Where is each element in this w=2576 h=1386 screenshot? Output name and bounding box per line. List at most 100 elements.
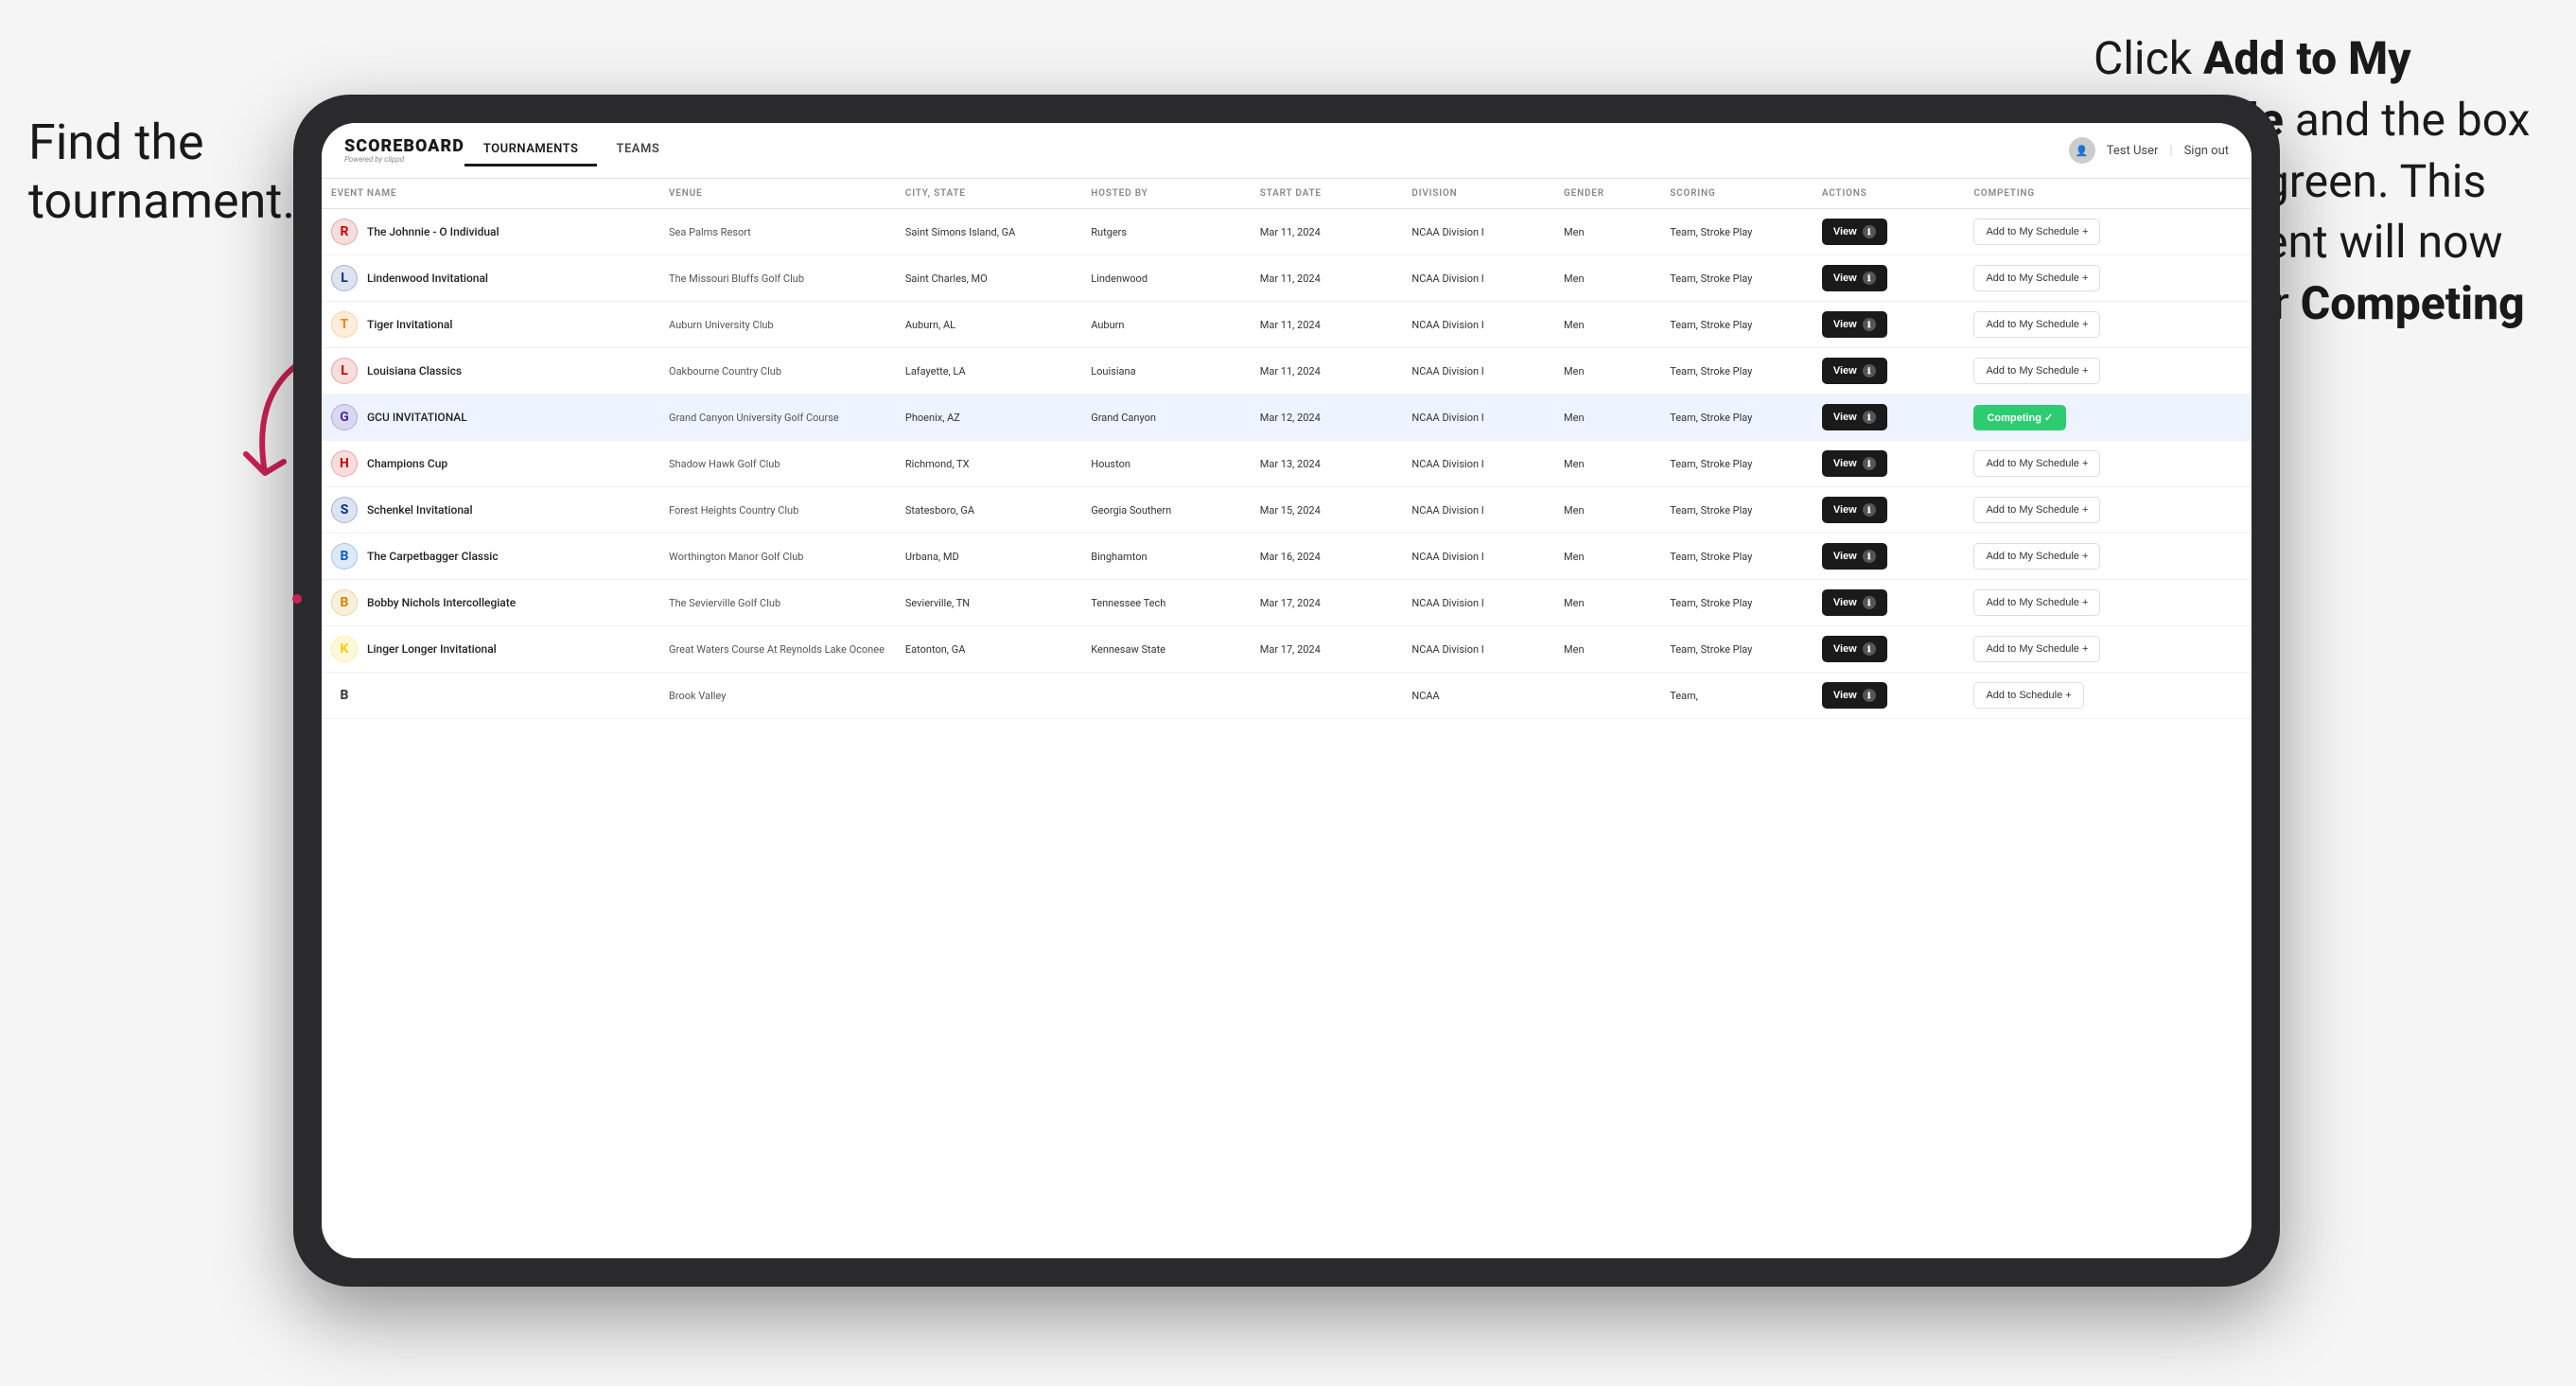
view-button[interactable]: View ℹ xyxy=(1822,497,1887,523)
td-date: Mar 15, 2024 xyxy=(1251,487,1403,534)
td-gender: Men xyxy=(1554,209,1660,255)
td-scoring: Team, Stroke Play xyxy=(1660,580,1813,626)
team-logo: B xyxy=(331,682,358,709)
td-city: Saint Simons Island, GA xyxy=(896,209,1081,255)
sign-out-link[interactable]: Sign out xyxy=(2184,144,2229,158)
view-button[interactable]: View ℹ xyxy=(1822,358,1887,384)
td-division: NCAA Division I xyxy=(1402,580,1554,626)
add-to-schedule-button[interactable]: Add to My Schedule + xyxy=(1973,497,2100,523)
team-logo: K xyxy=(331,636,358,662)
td-competing: Add to My Schedule + xyxy=(1964,441,2252,487)
td-scoring: Team, Stroke Play xyxy=(1660,348,1813,395)
td-date: Mar 16, 2024 xyxy=(1251,534,1403,580)
td-competing: Add to My Schedule + xyxy=(1964,348,2252,395)
th-venue: VENUE xyxy=(659,179,896,209)
team-logo: T xyxy=(331,311,358,338)
td-event: B Bobby Nichols Intercollegiate xyxy=(322,580,659,626)
td-hosted: Binghamton xyxy=(1081,534,1251,580)
td-scoring: Team, Stroke Play xyxy=(1660,395,1813,441)
table-row: G GCU INVITATIONAL Grand Canyon Universi… xyxy=(322,395,2252,441)
td-scoring: Team, xyxy=(1660,673,1813,719)
td-gender: Men xyxy=(1554,255,1660,302)
add-to-schedule-button[interactable]: Add to My Schedule + xyxy=(1973,450,2100,477)
td-venue: Great Waters Course At Reynolds Lake Oco… xyxy=(659,626,896,673)
td-division: NCAA Division I xyxy=(1402,441,1554,487)
add-to-schedule-button[interactable]: Add to My Schedule + xyxy=(1973,358,2100,384)
table-row: K Linger Longer Invitational Great Water… xyxy=(322,626,2252,673)
event-name-text: Tiger Invitational xyxy=(367,318,452,331)
view-button[interactable]: View ℹ xyxy=(1822,265,1887,291)
td-competing: Add to My Schedule + xyxy=(1964,302,2252,348)
td-hosted: Louisiana xyxy=(1081,348,1251,395)
td-venue: Oakbourne Country Club xyxy=(659,348,896,395)
td-actions: View ℹ xyxy=(1813,534,1965,580)
event-name-text: The Carpetbagger Classic xyxy=(367,550,499,563)
team-logo: B xyxy=(331,589,358,616)
annotation-left: Find the tournament. xyxy=(28,114,293,232)
add-to-schedule-button[interactable]: Add to My Schedule + xyxy=(1973,311,2100,338)
view-button[interactable]: View ℹ xyxy=(1822,682,1887,709)
view-button[interactable]: View ℹ xyxy=(1822,543,1887,570)
td-city: Urbana, MD xyxy=(896,534,1081,580)
view-button[interactable]: View ℹ xyxy=(1822,589,1887,616)
td-date: Mar 11, 2024 xyxy=(1251,348,1403,395)
view-button[interactable]: View ℹ xyxy=(1822,219,1887,245)
td-event: H Champions Cup xyxy=(322,441,659,487)
td-venue: Forest Heights Country Club xyxy=(659,487,896,534)
td-event: K Linger Longer Invitational xyxy=(322,626,659,673)
th-actions: ACTIONS xyxy=(1813,179,1965,209)
table-row: H Champions Cup Shadow Hawk Golf ClubRic… xyxy=(322,441,2252,487)
td-gender: Men xyxy=(1554,626,1660,673)
td-venue: Brook Valley xyxy=(659,673,896,719)
td-scoring: Team, Stroke Play xyxy=(1660,626,1813,673)
td-hosted: Auburn xyxy=(1081,302,1251,348)
th-scoring: SCORING xyxy=(1660,179,1813,209)
td-venue: Grand Canyon University Golf Course xyxy=(659,395,896,441)
td-venue: Auburn University Club xyxy=(659,302,896,348)
th-hosted: HOSTED BY xyxy=(1081,179,1251,209)
add-to-schedule-button[interactable]: Add to Schedule + xyxy=(1973,682,2083,709)
td-city: Saint Charles, MO xyxy=(896,255,1081,302)
td-event: S Schenkel Invitational xyxy=(322,487,659,534)
team-logo: L xyxy=(331,265,358,291)
td-division: NCAA Division I xyxy=(1402,348,1554,395)
td-gender: Men xyxy=(1554,302,1660,348)
td-date: Mar 11, 2024 xyxy=(1251,302,1403,348)
td-competing: Add to My Schedule + xyxy=(1964,580,2252,626)
view-button[interactable]: View ℹ xyxy=(1822,404,1887,430)
tournaments-table: EVENT NAME VENUE CITY, STATE HOSTED BY S… xyxy=(322,179,2252,719)
td-event: G GCU INVITATIONAL xyxy=(322,395,659,441)
nav-right: 👤 Test User | Sign out xyxy=(2069,137,2229,164)
td-actions: View ℹ xyxy=(1813,441,1965,487)
view-button[interactable]: View ℹ xyxy=(1822,450,1887,477)
td-gender: Men xyxy=(1554,348,1660,395)
table-row: T Tiger Invitational Auburn University C… xyxy=(322,302,2252,348)
table-row: B Bobby Nichols Intercollegiate The Sevi… xyxy=(322,580,2252,626)
td-date: Mar 13, 2024 xyxy=(1251,441,1403,487)
td-date: Mar 17, 2024 xyxy=(1251,580,1403,626)
add-to-schedule-button[interactable]: Add to My Schedule + xyxy=(1973,636,2100,662)
td-city xyxy=(896,673,1081,719)
add-to-schedule-button[interactable]: Add to My Schedule + xyxy=(1973,589,2100,616)
td-scoring: Team, Stroke Play xyxy=(1660,209,1813,255)
add-to-schedule-button[interactable]: Add to My Schedule + xyxy=(1973,543,2100,570)
logo-sub: Powered by clippd xyxy=(344,155,464,164)
tab-teams[interactable]: TEAMS xyxy=(597,134,678,167)
td-division: NCAA Division I xyxy=(1402,302,1554,348)
view-button[interactable]: View ℹ xyxy=(1822,636,1887,662)
event-name-text: Schenkel Invitational xyxy=(367,503,473,517)
td-event: R The Johnnie - O Individual xyxy=(322,209,659,255)
event-name-text: Bobby Nichols Intercollegiate xyxy=(367,596,516,609)
td-competing: Competing ✓ xyxy=(1964,395,2252,441)
competing-button[interactable]: Competing ✓ xyxy=(1973,405,2066,430)
td-gender: Men xyxy=(1554,534,1660,580)
add-to-schedule-button[interactable]: Add to My Schedule + xyxy=(1973,219,2100,245)
td-actions: View ℹ xyxy=(1813,626,1965,673)
user-text: Test User xyxy=(2107,144,2159,158)
tab-tournaments[interactable]: TOURNAMENTS xyxy=(464,134,598,167)
td-division: NCAA Division I xyxy=(1402,255,1554,302)
add-to-schedule-button[interactable]: Add to My Schedule + xyxy=(1973,265,2100,291)
table-row: L Louisiana Classics Oakbourne Country C… xyxy=(322,348,2252,395)
view-button[interactable]: View ℹ xyxy=(1822,311,1887,338)
td-hosted xyxy=(1081,673,1251,719)
